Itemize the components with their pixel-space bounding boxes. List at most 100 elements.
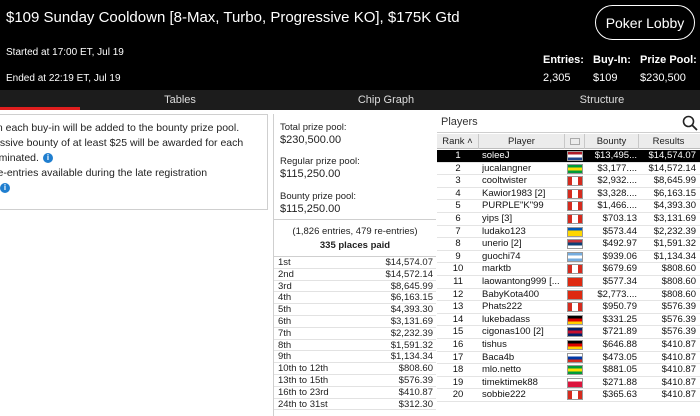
player-bounty: $881.05 — [602, 364, 637, 376]
player-row[interactable]: 19 timektimek88 $271.88 $410.87 — [437, 377, 700, 390]
players-panel: Players Rank ˄ Player Bounty Results 1 so… — [437, 113, 700, 416]
player-name: cigonas100 [2] — [482, 326, 544, 338]
player-row[interactable]: 2 jucalangner $3,177.... $14,572.14 — [437, 163, 700, 176]
player-row[interactable]: 18 mlo.netto $881.05 $410.87 — [437, 364, 700, 377]
player-bounty: $1,466.... — [597, 200, 637, 212]
column-bounty[interactable]: Bounty — [585, 134, 639, 149]
player-result: $410.87 — [661, 376, 696, 388]
info-line: m each buy-in will be added to the bount… — [0, 122, 240, 134]
tab-chip-graph[interactable]: Chip Graph — [326, 90, 446, 110]
payout-amount: $1,134.34 — [390, 351, 433, 363]
column-flag[interactable] — [565, 134, 585, 149]
column-player[interactable]: Player — [479, 134, 565, 149]
player-bounty: $473.05 — [602, 351, 637, 363]
payout-amount: $576.39 — [398, 374, 433, 386]
payout-amount: $4,393.30 — [390, 304, 433, 316]
player-row[interactable]: 3 cooltwister $2,932.... $8,645.99 — [437, 175, 700, 188]
player-row[interactable]: 12 BabyKota400 $2,773.... $808.60 — [437, 289, 700, 302]
player-row[interactable]: 20 sobbie222 $365.63 $410.87 — [437, 389, 700, 402]
payout-place: 4th — [278, 292, 292, 304]
players-list: 1 soleeJ $13,495... $14,574.07 2 jucalangner $… — [437, 150, 700, 402]
player-rank: 12 — [452, 288, 464, 300]
payout-row: 5th $4,393.30 — [274, 304, 436, 316]
payout-place: 24th to 31st — [278, 398, 328, 410]
player-rank: 5 — [455, 200, 461, 212]
player-row[interactable]: 16 tishus $646.88 $410.87 — [437, 339, 700, 352]
country-flag-icon — [567, 201, 583, 212]
player-rank: 13 — [452, 301, 464, 313]
player-result: $410.87 — [661, 389, 696, 401]
player-rank: 4 — [455, 187, 461, 199]
country-flag-icon — [567, 151, 583, 161]
poker-lobby-button[interactable]: Poker Lobby — [595, 5, 695, 40]
search-icon[interactable] — [682, 115, 698, 131]
column-results[interactable]: Results — [639, 134, 698, 149]
player-row[interactable]: 7 ludako123 $573.44 $2,232.39 — [437, 226, 700, 239]
player-row[interactable]: 17 Baca4b $473.05 $410.87 — [437, 352, 700, 365]
tab-structure[interactable]: Structure — [542, 90, 662, 110]
player-name: sobbie222 — [482, 389, 526, 401]
player-result: $1,134.34 — [653, 250, 696, 262]
payout-row: 7th $2,232.39 — [274, 328, 436, 340]
payout-row: 16th to 23rd $410.87 — [274, 387, 436, 399]
players-column-header: Rank ˄ Player Bounty Results — [437, 134, 700, 149]
payout-amount: $3,131.69 — [390, 315, 433, 327]
player-rank: 15 — [452, 326, 464, 338]
players-header: Players — [437, 113, 700, 133]
player-row[interactable]: 13 Phats222 $950.79 $576.39 — [437, 301, 700, 314]
player-bounty: $3,177.... — [597, 162, 637, 174]
payout-place: 13th to 15th — [278, 374, 329, 386]
player-row[interactable]: 9 guochi74 $939.06 $1,134.34 — [437, 251, 700, 264]
prize-panel: Total prize pool: $230,500.00 Regular pr… — [273, 114, 436, 416]
player-row[interactable]: 10 marktb $679.69 $808.60 — [437, 263, 700, 276]
country-flag-icon — [567, 352, 583, 363]
player-name: yips [3] — [482, 212, 513, 224]
player-result: $410.87 — [661, 364, 696, 376]
info-line-with-icon: liminated.i — [0, 151, 267, 166]
player-row[interactable]: 5 PURPLE"K"99 $1,466.... $4,393.30 — [437, 200, 700, 213]
payout-amount: $6,163.15 — [390, 292, 433, 304]
player-bounty: $492.97 — [602, 238, 637, 250]
player-row[interactable]: 11 laowantong999 [... $577.34 $808.60 — [437, 276, 700, 289]
country-flag-icon — [567, 176, 583, 187]
regular-pool-value: $115,250.00 — [280, 168, 341, 180]
player-bounty: $2,932.... — [597, 175, 637, 187]
payout-row: 8th $1,591.32 — [274, 340, 436, 352]
places-paid: 335 places paid — [319, 240, 391, 251]
info-icon[interactable]: i — [0, 183, 10, 194]
info-line: essive bounty of at least $25 will be aw… — [0, 137, 244, 149]
payout-row: 1st $14,574.07 — [274, 257, 436, 269]
country-flag-icon — [567, 390, 583, 401]
player-row[interactable]: 4 Kawior1983 [2] $3,328.... $6,163.15 — [437, 188, 700, 201]
player-rank: 6 — [455, 212, 461, 224]
player-bounty: $331.25 — [602, 313, 637, 325]
country-flag-icon — [567, 365, 583, 376]
entries-value: 2,305 — [543, 72, 571, 84]
player-rank: 19 — [452, 376, 464, 388]
player-name: lukebadass — [482, 313, 531, 325]
player-result: $3,131.69 — [653, 212, 696, 224]
player-name: mlo.netto — [482, 364, 522, 376]
player-row[interactable]: 8 unerio [2] $492.97 $1,591.32 — [437, 238, 700, 251]
player-name: guochi74 — [482, 250, 521, 262]
player-row[interactable]: 6 yips [3] $703.13 $3,131.69 — [437, 213, 700, 226]
player-row[interactable]: 15 cigonas100 [2] $721.89 $576.39 — [437, 326, 700, 339]
country-flag-icon — [567, 226, 583, 237]
info-icon[interactable]: i — [42, 153, 53, 164]
country-flag-icon — [567, 302, 583, 313]
payout-place: 6th — [278, 315, 292, 327]
country-flag-icon — [567, 188, 583, 199]
player-row[interactable]: 14 lukebadass $331.25 $576.39 — [437, 314, 700, 327]
prizepool-value: $230,500 — [640, 72, 686, 84]
country-flag-icon — [567, 264, 583, 275]
player-row[interactable]: 1 soleeJ $13,495... $14,574.07 — [437, 150, 700, 163]
tab-tables[interactable]: Tables — [120, 90, 240, 110]
player-rank: 20 — [452, 389, 464, 401]
player-name: tishus — [482, 338, 507, 350]
column-rank[interactable]: Rank ˄ — [437, 134, 479, 149]
player-bounty: $939.06 — [602, 250, 637, 262]
player-bounty: $573.44 — [602, 225, 637, 237]
player-result: $808.60 — [661, 275, 696, 287]
payout-row: 6th $3,131.69 — [274, 316, 436, 328]
country-flag-icon — [567, 339, 583, 350]
